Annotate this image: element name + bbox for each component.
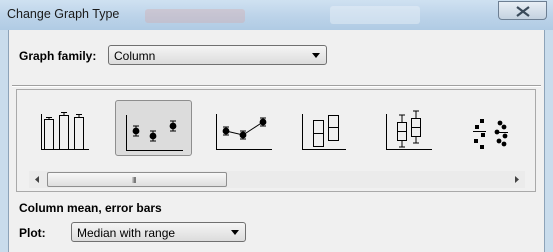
gallery-item-column-floating-bars[interactable] (292, 100, 369, 156)
graph-family-select[interactable]: Column (108, 45, 327, 65)
gallery-item-column-bars[interactable] (31, 100, 108, 156)
scroll-left-button[interactable] (29, 171, 46, 188)
gallery-item-column-scatter[interactable] (460, 100, 537, 156)
scroll-grip: III (132, 176, 137, 185)
column-floating-bars-icon (302, 114, 346, 150)
column-scatter-dots-icon (473, 119, 508, 149)
scroll-thumb[interactable]: III (47, 172, 227, 187)
separator (12, 85, 541, 87)
gallery-item-column-mean-error-bars[interactable] (115, 100, 192, 156)
graph-family-value: Column (114, 49, 156, 63)
plot-select[interactable]: Median with range (71, 222, 246, 242)
plot-label: Plot: (19, 226, 46, 240)
arrow-left-icon (35, 176, 39, 183)
dialog-body: Graph family: Column III Column mean, er… (8, 30, 545, 252)
graph-family-label: Graph family: (19, 49, 97, 63)
gallery-item-column-box-whiskers[interactable] (376, 100, 453, 156)
plot-value: Median with range (77, 226, 176, 240)
column-bars-icon (41, 112, 89, 150)
window-title: Change Graph Type (7, 7, 120, 21)
chevron-down-icon (312, 53, 320, 58)
close-button[interactable] (498, 1, 547, 20)
column-connected-means-icon (216, 114, 272, 150)
close-icon (516, 6, 530, 17)
arrow-right-icon (515, 176, 519, 183)
graph-type-gallery: III (16, 89, 536, 192)
chevron-down-icon (231, 230, 239, 235)
gallery-item-column-connected-means[interactable] (206, 100, 283, 156)
column-mean-error-bars-icon (126, 115, 183, 151)
background-blur-2 (330, 6, 420, 24)
gallery-scrollbar[interactable]: III (29, 171, 525, 188)
background-blur (145, 9, 245, 23)
column-box-whiskers-icon (386, 110, 432, 150)
graph-description: Column mean, error bars (19, 201, 162, 215)
scroll-right-button[interactable] (508, 171, 525, 188)
title-bar: Change Graph Type (0, 0, 553, 30)
